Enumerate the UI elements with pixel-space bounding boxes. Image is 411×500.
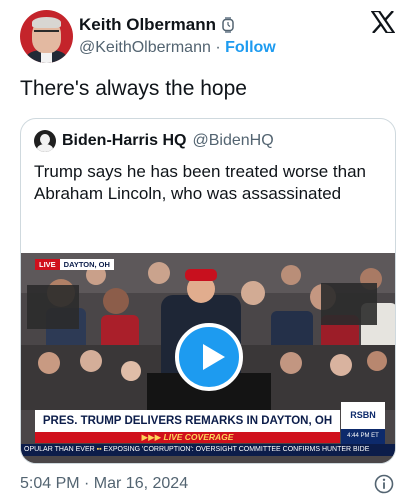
news-ticker: OPULAR THAN EVER ▪▪ EXPOSING 'CORRUPTION… — [21, 444, 395, 456]
ticker-left: OPULAR THAN EVER — [24, 446, 95, 453]
quoted-tweet[interactable]: Biden-Harris HQ @BidenHQ Trump says he h… — [20, 118, 396, 464]
live-coverage-strip: ▶▶▶ LIVE COVERAGE — [35, 432, 340, 443]
live-coverage-label: LIVE COVERAGE — [163, 432, 234, 442]
x-logo-icon[interactable] — [371, 11, 395, 33]
live-tag: LIVE — [35, 259, 60, 270]
quoted-author-handle[interactable]: @BidenHQ — [192, 132, 273, 150]
quoted-author-name[interactable]: Biden-Harris HQ — [62, 132, 186, 150]
network-name: RSBN — [341, 402, 385, 429]
play-icon[interactable] — [175, 323, 243, 391]
ticker-right: EXPOSING 'CORRUPTION': OVERSIGHT COMMITT… — [103, 446, 370, 453]
author-handle-row: @KeithOlbermann · Follow — [79, 39, 276, 57]
quoted-header: Biden-Harris HQ @BidenHQ — [34, 130, 274, 152]
author-name[interactable]: Keith Olbermann — [79, 15, 216, 35]
avatar-hair — [32, 17, 61, 28]
video-player[interactable]: LIVE DAYTON, OH PRES. TRUMP DELIVERS REM… — [21, 253, 395, 463]
news-headline: PRES. TRUMP DELIVERS REMARKS IN DAYTON, … — [35, 410, 340, 432]
ticker-separator: ▪▪ — [96, 446, 104, 453]
quoted-avatar[interactable] — [34, 130, 56, 152]
quoted-avatar-face — [40, 134, 50, 145]
author-name-row: Keith Olbermann — [79, 15, 235, 35]
handle-separator: · — [215, 39, 221, 56]
play-triangle — [203, 344, 225, 370]
quoted-avatar-body — [37, 144, 53, 152]
tweet-header: Keith Olbermann @KeithOlbermann · Follow — [20, 10, 395, 64]
live-location: DAYTON, OH — [59, 259, 114, 270]
live-bug: LIVE DAYTON, OH — [35, 259, 114, 270]
live-coverage-arrows: ▶▶▶ — [141, 432, 164, 442]
info-icon[interactable] — [374, 474, 394, 494]
tweet-timestamp[interactable]: 5:04 PM · Mar 16, 2024 — [20, 475, 188, 493]
author-handle[interactable]: @KeithOlbermann — [79, 39, 211, 56]
network-time: 4:44 PM ET — [347, 433, 379, 439]
author-avatar[interactable] — [20, 10, 73, 63]
watch-icon — [222, 17, 234, 33]
quoted-text: Trump says he has been treated worse tha… — [34, 162, 366, 203]
tweet-text: There's always the hope — [20, 77, 247, 100]
follow-button[interactable]: Follow — [225, 39, 276, 56]
network-logo: RSBN 4:44 PM ET — [341, 402, 385, 444]
avatar-glasses — [34, 30, 59, 36]
